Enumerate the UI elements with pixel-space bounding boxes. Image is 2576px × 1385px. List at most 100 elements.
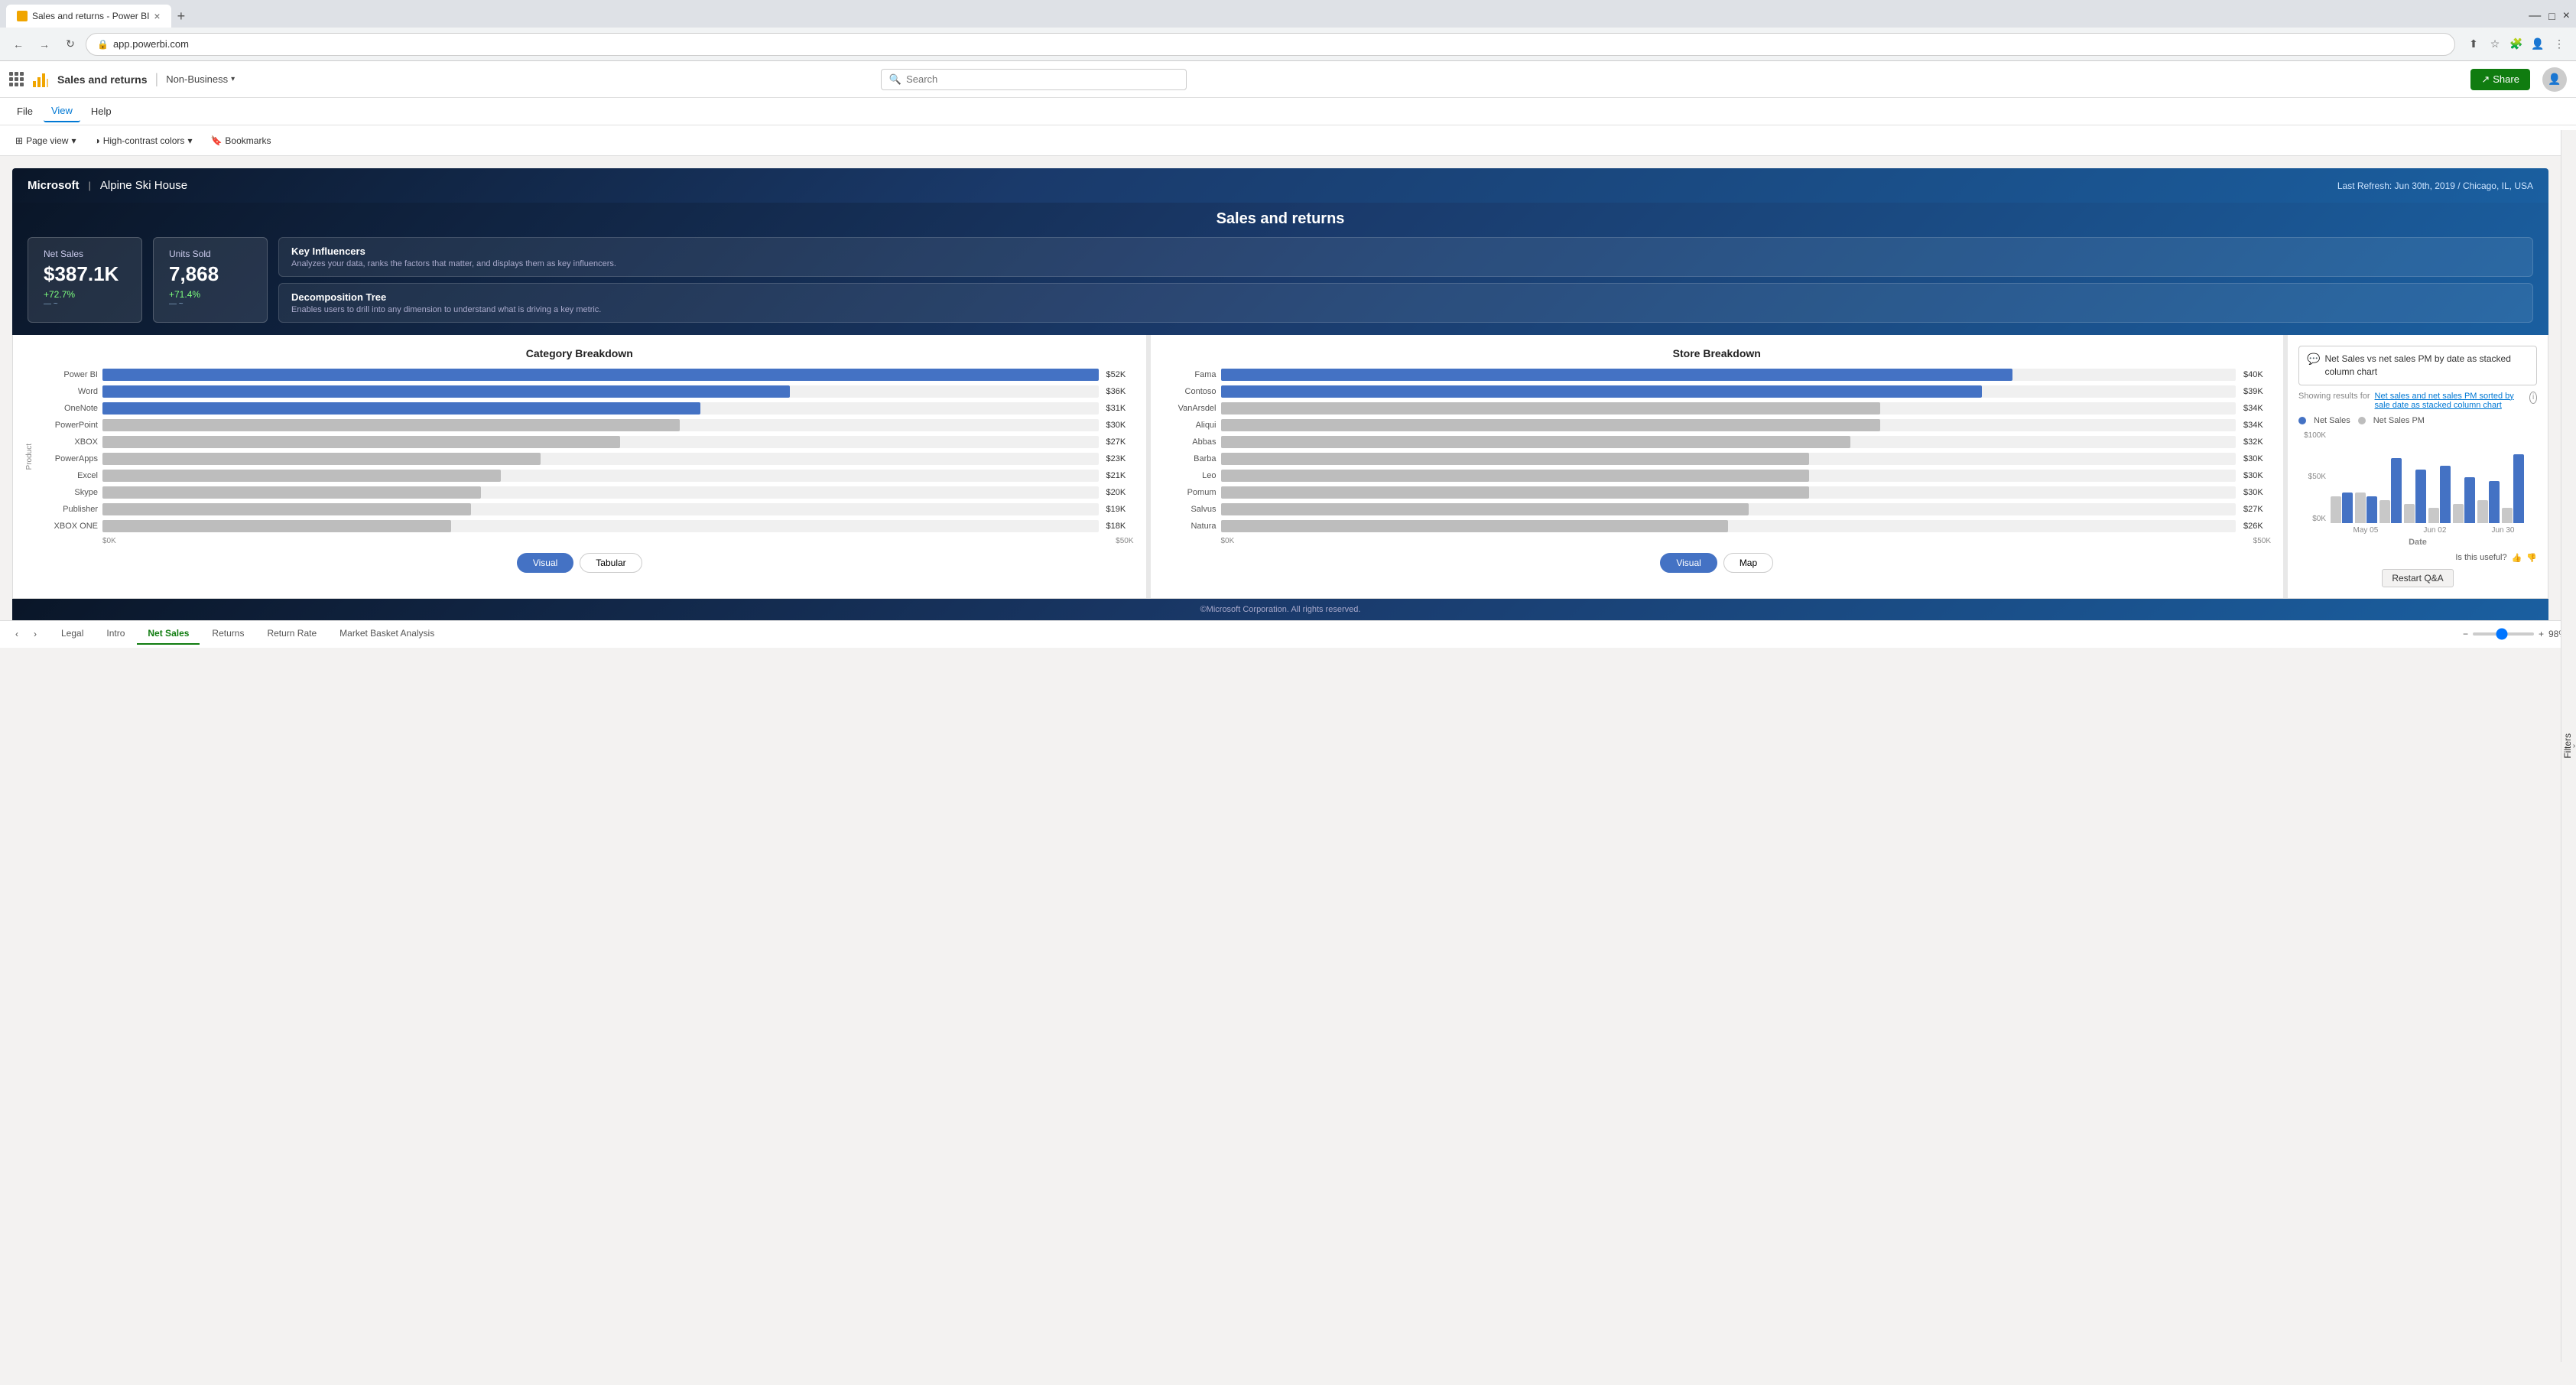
- user-avatar[interactable]: 👤: [2542, 67, 2567, 92]
- info-icon[interactable]: i: [2529, 392, 2537, 404]
- qa-legend: Net Sales Net Sales PM: [2298, 416, 2537, 425]
- bookmark-star-icon[interactable]: ☆: [2486, 35, 2504, 54]
- search-icon: 🔍: [889, 73, 901, 86]
- bottom-tabs: ‹ › Legal Intro Net Sales Returns Return…: [0, 620, 2576, 648]
- store-bar-chart: Fama $40K Contoso $39K VanArsdel $34K Al…: [1163, 369, 2272, 532]
- settings-icon[interactable]: ⋮: [2550, 35, 2568, 54]
- page-view-chevron: ▾: [71, 135, 76, 146]
- app-grid-icon[interactable]: [9, 72, 24, 86]
- list-item: XBOX ONE $18K: [37, 520, 1134, 532]
- ai-key-influencers[interactable]: Key Influencers Analyzes your data, rank…: [278, 237, 2533, 277]
- thumbs-down-icon[interactable]: 👎: [2526, 553, 2537, 563]
- list-item: [2428, 466, 2451, 523]
- filters-chevron: ›: [2573, 742, 2575, 750]
- list-item: Excel $21K: [37, 470, 1134, 482]
- high-contrast-chevron: ▾: [187, 135, 192, 146]
- search-box: 🔍: [881, 69, 1187, 90]
- share-button[interactable]: ↗ Share: [2470, 69, 2530, 90]
- minimize-button[interactable]: —: [2529, 9, 2541, 23]
- page-view-icon: ⊞: [15, 135, 23, 146]
- store-chart-tabs: Visual Map: [1163, 553, 2272, 573]
- maximize-button[interactable]: □: [2548, 10, 2555, 22]
- report-title: Sales and returns: [1217, 210, 1345, 227]
- list-item: Barba $30K: [1163, 453, 2272, 465]
- tab-return-rate[interactable]: Return Rate: [256, 623, 327, 645]
- tab-intro[interactable]: Intro: [96, 623, 135, 645]
- address-url: app.powerbi.com: [113, 38, 189, 50]
- store-tab-map[interactable]: Map: [1723, 553, 1773, 573]
- tab-close-button[interactable]: ×: [154, 10, 160, 22]
- restart-qa-button[interactable]: Restart Q&A: [2382, 569, 2453, 587]
- menu-help[interactable]: Help: [83, 101, 119, 122]
- share-icon: ↗: [2481, 73, 2490, 86]
- profile-icon[interactable]: 👤: [2529, 35, 2547, 54]
- filters-label: Filters: [2562, 733, 2573, 759]
- list-item: Leo $30K: [1163, 470, 2272, 482]
- page-nav: ‹ ›: [9, 626, 43, 642]
- bookmark-icon: 🔖: [210, 135, 222, 146]
- list-item: Pomum $30K: [1163, 486, 2272, 499]
- zoom-in-icon[interactable]: +: [2539, 629, 2544, 639]
- zoom-slider[interactable]: [2473, 632, 2534, 636]
- share-page-icon[interactable]: ⬆: [2464, 35, 2483, 54]
- tab-bar: Sales and returns - Power BI × + — □ ×: [0, 0, 2576, 28]
- high-contrast-button[interactable]: ◑ High-contrast colors ▾: [88, 132, 198, 149]
- active-tab[interactable]: Sales and returns - Power BI ×: [6, 5, 171, 28]
- menu-view[interactable]: View: [44, 100, 80, 122]
- kpi-net-sales: Net Sales $387.1K +72.7% — ~: [28, 237, 142, 323]
- tab-net-sales[interactable]: Net Sales: [137, 623, 200, 645]
- page-view-button[interactable]: ⊞ Page view ▾: [9, 132, 82, 149]
- category-y-axis-label: Product: [25, 444, 34, 470]
- extensions-icon[interactable]: 🧩: [2507, 35, 2526, 54]
- address-box[interactable]: 🔒 app.powerbi.com: [86, 33, 2455, 56]
- close-window-button[interactable]: ×: [2563, 9, 2570, 23]
- list-item: Power BI $52K: [37, 369, 1134, 381]
- list-item: Contoso $39K: [1163, 385, 2272, 398]
- list-item: [2502, 454, 2524, 523]
- lock-icon: 🔒: [97, 39, 109, 50]
- list-item: Publisher $19K: [37, 503, 1134, 515]
- category-axis-labels: $0K $50K: [37, 537, 1134, 545]
- contrast-icon: ◑: [94, 135, 99, 146]
- thumbs-up-icon[interactable]: 👍: [2512, 553, 2522, 563]
- list-item: XBOX $27K: [37, 436, 1134, 448]
- list-item: Salvus $27K: [1163, 503, 2272, 515]
- category-chart-tabs: Visual Tabular: [25, 553, 1134, 573]
- nav-separator: |: [155, 71, 159, 87]
- new-tab-button[interactable]: +: [171, 8, 192, 24]
- store-breakdown-panel: Store Breakdown Fama $40K Contoso $39K V…: [1151, 335, 2289, 598]
- list-item: VanArsdel $34K: [1163, 402, 2272, 415]
- charts-row: Category Breakdown Product Power BI $52K…: [12, 335, 2548, 599]
- ai-decomposition-tree[interactable]: Decomposition Tree Enables users to dril…: [278, 283, 2533, 323]
- list-item: Aliqui $34K: [1163, 419, 2272, 431]
- report-header: Microsoft | Alpine Ski House Last Refres…: [12, 168, 2548, 203]
- category-tab-visual[interactable]: Visual: [517, 553, 573, 573]
- zoom-out-icon[interactable]: −: [2463, 629, 2468, 639]
- qa-input-box[interactable]: 💬 Net Sales vs net sales PM by date as s…: [2298, 346, 2537, 385]
- address-bar-row: ← → ↻ 🔒 app.powerbi.com ⬆ ☆ 🧩 👤 ⋮: [0, 28, 2576, 61]
- qa-x-axis-label: Date: [2298, 538, 2537, 547]
- qa-icon: 💬: [2307, 353, 2320, 366]
- store-tab-visual[interactable]: Visual: [1660, 553, 1717, 573]
- workspace-selector[interactable]: Non-Business ▾: [166, 73, 235, 85]
- bookmarks-button[interactable]: 🔖 Bookmarks: [204, 132, 277, 149]
- tab-market-basket[interactable]: Market Basket Analysis: [329, 623, 445, 645]
- list-item: Abbas $32K: [1163, 436, 2272, 448]
- report-canvas: Microsoft | Alpine Ski House Last Refres…: [12, 168, 2548, 620]
- pbi-app-bar: Sales and returns | Non-Business ▾ 🔍 ↗ S…: [0, 61, 2576, 98]
- refresh-button[interactable]: ↻: [60, 34, 81, 55]
- category-tab-tabular[interactable]: Tabular: [580, 553, 642, 573]
- kpi-units-sold: Units Sold 7,868 +71.4% — ~: [153, 237, 268, 323]
- search-input[interactable]: [906, 73, 1178, 85]
- filters-panel[interactable]: Filters ›: [2561, 130, 2576, 1362]
- back-button[interactable]: ←: [8, 34, 29, 55]
- tab-returns[interactable]: Returns: [201, 623, 255, 645]
- prev-page-button[interactable]: ‹: [9, 626, 24, 642]
- menu-file[interactable]: File: [9, 101, 41, 122]
- list-item: OneNote $31K: [37, 402, 1134, 415]
- next-page-button[interactable]: ›: [28, 626, 43, 642]
- list-item: [2477, 481, 2500, 523]
- forward-button[interactable]: →: [34, 34, 55, 55]
- category-breakdown-panel: Category Breakdown Product Power BI $52K…: [13, 335, 1151, 598]
- tab-legal[interactable]: Legal: [50, 623, 94, 645]
